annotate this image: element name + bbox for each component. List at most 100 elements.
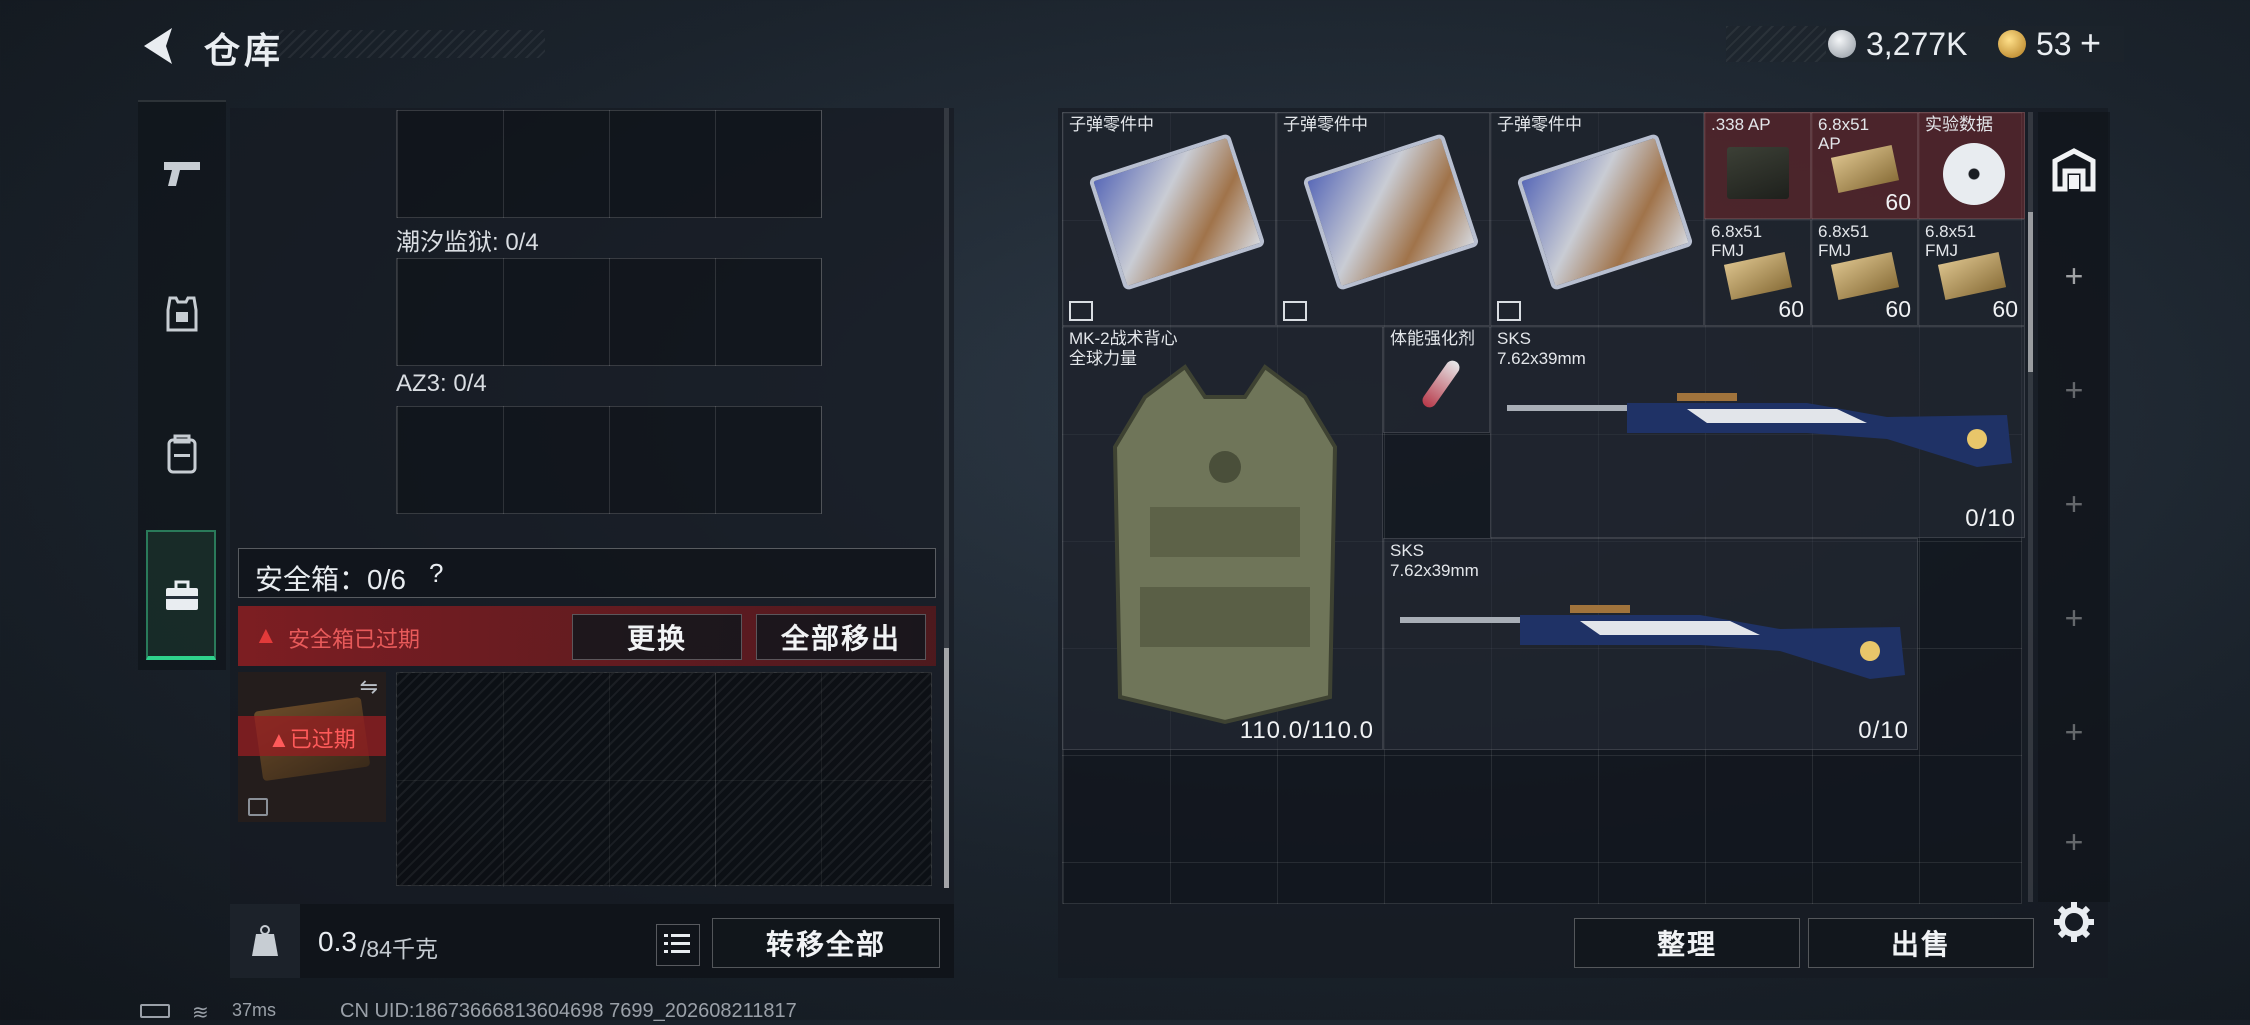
inventory-item[interactable]: 6.8x51 FMJ 60 (1918, 219, 2025, 326)
inventory-item[interactable]: SKS 7.62x39mm 0/10 (1490, 326, 2025, 538)
transfer-all-button[interactable]: 转移全部 (712, 918, 940, 968)
ammo-case-image (1302, 133, 1480, 291)
data-disc-image (1943, 143, 2005, 205)
pistol-icon (164, 162, 200, 186)
briefcase-icon (166, 580, 198, 610)
weight-current: 0.3 (318, 926, 357, 957)
item-label: SKS (1390, 541, 1425, 560)
add-container-button[interactable]: + (2038, 600, 2110, 637)
armor-icon (166, 296, 198, 332)
sks-rifle-image (1400, 605, 1905, 679)
left-scrollbar[interactable] (944, 108, 949, 888)
lock-icon (248, 798, 268, 816)
battery-icon (140, 1004, 170, 1018)
swap-icon[interactable]: ⇋ (360, 674, 378, 700)
section-label: 潮汐监狱: 0/4 (396, 229, 539, 256)
inventory-item[interactable]: 子弹零件中 (1490, 112, 1704, 326)
inventory-item[interactable]: MK-2战术背心 全球力量 110.0/110.0 (1062, 326, 1383, 750)
item-sublabel: 7.62x39mm (1390, 561, 1479, 580)
add-container-button[interactable]: + (2038, 486, 2110, 523)
inventory-item[interactable]: 6.8x51 FMJ 60 (1704, 219, 1811, 326)
item-sublabel: 7.62x39mm (1497, 349, 1586, 368)
expired-warning-text: 安全箱已过期 (288, 627, 421, 652)
add-container-button[interactable]: + (2038, 258, 2110, 295)
weight-capacity: /84千克 (360, 936, 438, 962)
no-sell-icon (1283, 301, 1307, 321)
safebox-item-tile[interactable]: ▲已过期 ⇋ (238, 672, 386, 822)
storage-grid[interactable] (396, 406, 822, 514)
tactical-vest-image (1112, 364, 1338, 725)
item-label: 子弹零件中 (1497, 115, 1582, 134)
item-label: 实验数据 (1925, 115, 1993, 134)
item-label: 子弹零件中 (1069, 115, 1154, 134)
premium-coin-amount: 53 (2036, 26, 2072, 62)
sort-button[interactable]: 整理 (1574, 918, 1800, 968)
inventory-item[interactable]: .338 AP (1704, 112, 1811, 219)
inventory-item[interactable]: 实验数据 (1918, 112, 2025, 219)
no-sell-icon (1497, 301, 1521, 321)
tab-armor[interactable] (138, 294, 226, 334)
list-icon (664, 934, 690, 953)
storage-grid[interactable] (396, 258, 822, 366)
item-quantity: 60 (1885, 189, 1911, 215)
back-button[interactable] (136, 22, 180, 70)
tab-safebox[interactable] (146, 530, 216, 660)
add-container-button[interactable]: + (2038, 372, 2110, 409)
tab-backpack[interactable] (138, 434, 226, 474)
inventory-item[interactable]: 6.8x51 FMJ 60 (1811, 219, 1918, 326)
inventory-scrollbar[interactable] (2028, 112, 2033, 902)
coin-icon (1828, 30, 1856, 58)
item-quantity: 60 (1778, 296, 1804, 322)
warehouse-icon (2052, 148, 2096, 192)
replace-button[interactable]: 更换 (572, 614, 742, 660)
warning-icon: ▲ (254, 622, 278, 649)
add-premium-button[interactable]: + (2080, 22, 2101, 64)
section-label: AZ3: 0/4 (396, 370, 487, 397)
item-label: MK-2战术背心 (1069, 329, 1178, 348)
item-label: 体能强化剂 (1390, 329, 1475, 348)
item-label: 子弹零件中 (1283, 115, 1368, 134)
item-label: .338 AP (1711, 115, 1771, 134)
coin-amount: 3,277K (1866, 26, 1968, 62)
ammo-case-image (1088, 133, 1266, 291)
inventory-item[interactable]: 子弹零件中 (1062, 112, 1276, 326)
safebox-header: 安全箱：0/6 ? (238, 548, 936, 598)
stim-injector-image (1419, 357, 1463, 411)
title-underline-decor (270, 30, 545, 58)
expired-badge: ▲已过期 (268, 727, 356, 752)
help-icon[interactable]: ? (429, 558, 443, 589)
premium-coin-icon (1998, 30, 2026, 58)
list-view-button[interactable] (656, 924, 700, 966)
tab-warehouse[interactable] (2038, 134, 2110, 206)
back-arrow-icon (144, 28, 172, 64)
add-container-button[interactable]: + (2038, 824, 2110, 861)
ping-text: 37ms (232, 1000, 277, 1020)
weight-icon-box (230, 904, 300, 978)
ammo-box-image (1727, 147, 1789, 199)
move-all-out-button[interactable]: 全部移出 (756, 614, 926, 660)
inventory-item[interactable]: SKS 7.62x39mm 0/10 (1383, 538, 1918, 750)
item-ammo-count: 0/10 (1965, 505, 2016, 532)
inventory-item[interactable]: 体能强化剂 (1383, 326, 1490, 433)
inventory-item[interactable]: 子弹零件中 (1276, 112, 1490, 326)
item-ammo-count: 0/10 (1858, 717, 1909, 744)
item-quantity: 60 (1992, 296, 2018, 322)
ammo-case-image (1516, 133, 1694, 291)
kg-weight-icon (252, 925, 278, 956)
backpack-icon (167, 434, 197, 474)
wifi-icon: ≋ (192, 1002, 209, 1024)
item-quantity: 60 (1885, 296, 1911, 322)
item-label: SKS (1497, 329, 1532, 348)
safebox-grid[interactable] (396, 672, 933, 887)
tab-weapons[interactable] (138, 156, 226, 190)
safebox-title: 安全箱：0/6 (255, 564, 406, 595)
item-durability: 110.0/110.0 (1239, 717, 1374, 744)
sell-button[interactable]: 出售 (1808, 918, 2034, 968)
storage-grid[interactable] (396, 110, 822, 218)
sks-rifle-image (1507, 393, 2012, 467)
inventory-item[interactable]: 6.8x51 AP 60 (1811, 112, 1918, 219)
gear-icon (2054, 902, 2094, 942)
no-sell-icon (1069, 301, 1093, 321)
settings-button[interactable] (2052, 900, 2096, 944)
add-container-button[interactable]: + (2038, 714, 2110, 751)
